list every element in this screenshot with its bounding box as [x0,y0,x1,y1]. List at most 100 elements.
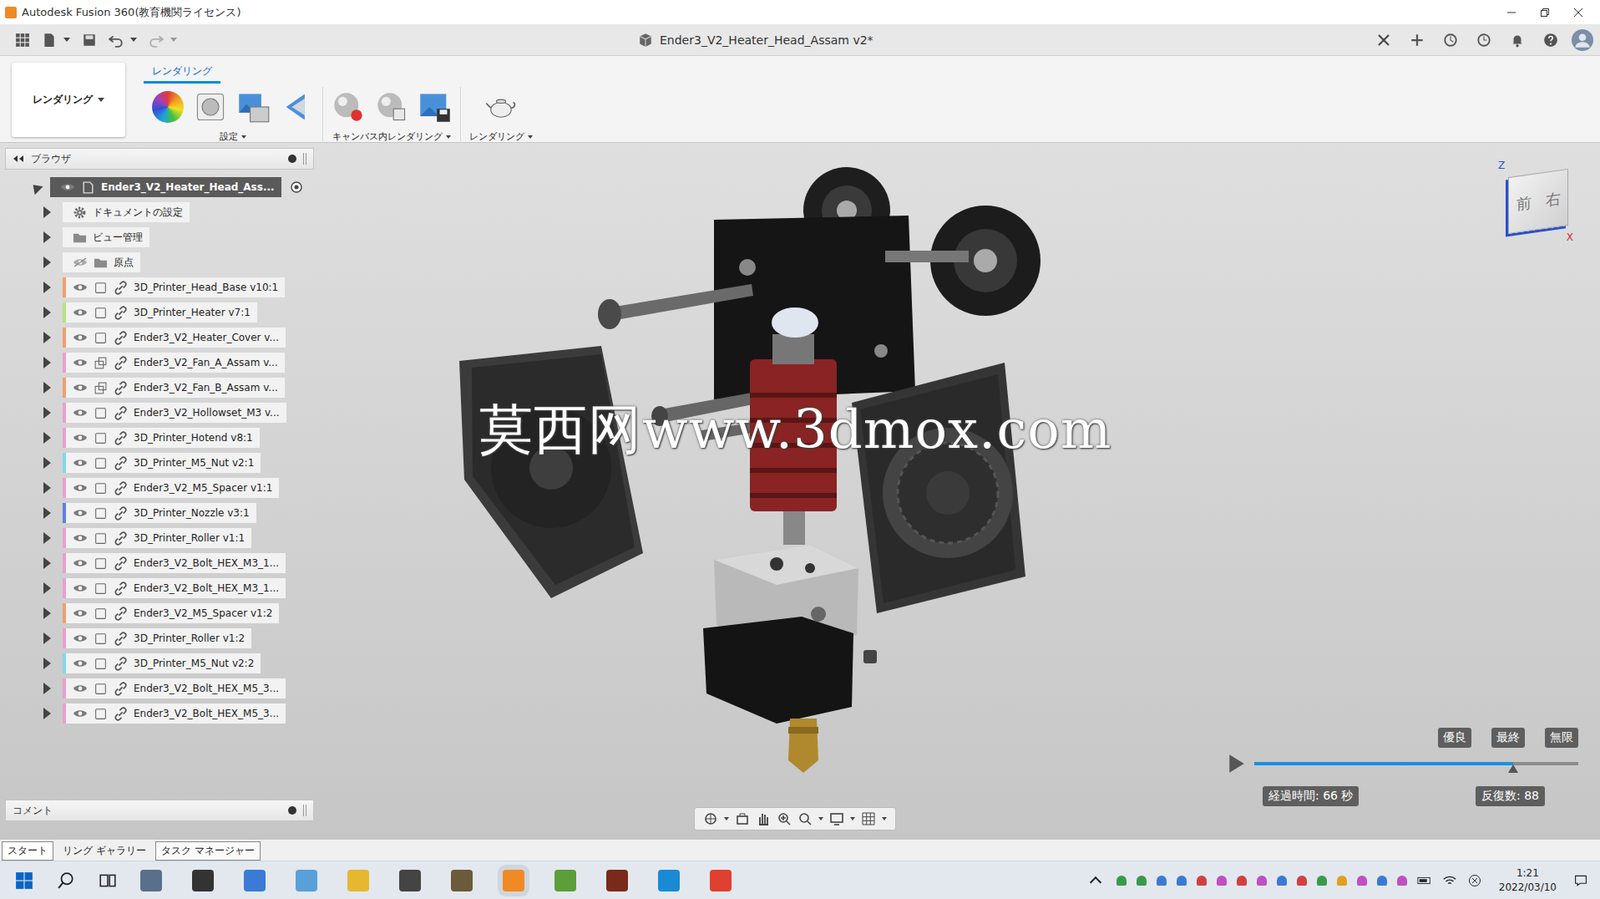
tray-app-icon[interactable] [1316,875,1327,886]
volume-muted-icon[interactable] [1467,873,1483,887]
undo-caret-icon[interactable] [130,37,137,42]
viewcube-right-face[interactable]: 右 [1545,187,1561,211]
browser-item[interactable]: Ender3_V2_M5_Spacer v1:1 [5,475,316,501]
browser-item[interactable]: Ender3_V2_Fan_A_Assam v... [5,349,316,375]
in-canvas-render-icon[interactable] [331,90,365,124]
undo-icon[interactable] [108,32,124,48]
browser-item[interactable]: 原点 [5,249,316,275]
document-tab[interactable]: Ender3_V2_Heater_Head_Assam v2* [627,27,884,53]
play-icon[interactable] [1227,752,1246,775]
visibility-eye-icon[interactable] [72,683,88,694]
bottom-tab[interactable]: リング ギャラリー [56,840,152,861]
expander-icon[interactable] [29,180,44,195]
viewcube[interactable]: Z前右X [1496,159,1580,244]
redo-icon[interactable] [148,32,164,48]
browser-item[interactable]: Ender3_V2_Bolt_HEX_M3_1... [5,575,316,601]
taskbar-app-icon[interactable] [450,869,473,892]
taskbar-app-icon[interactable] [502,869,525,892]
render-canvas[interactable]: 莫西网www.3dmox.comZ前右X優良最終無限経過時間: 66 秒反復数:… [315,142,1600,840]
render-progress-track[interactable] [1254,761,1579,765]
orbit-icon[interactable] [703,810,719,826]
visibility-eye-icon[interactable] [72,607,88,618]
collapse-icon[interactable] [12,154,25,163]
comments-header[interactable]: コメント [5,799,314,821]
tray-app-icon[interactable] [1176,875,1187,886]
tray-app-icon[interactable] [1377,875,1388,886]
visibility-eye-icon[interactable] [72,507,88,518]
expander-icon[interactable] [43,657,51,669]
expander-icon[interactable] [43,481,51,494]
expander-icon[interactable] [43,306,51,319]
visibility-eye-icon[interactable] [72,257,88,268]
browser-item[interactable]: Ender3_V2_Fan_B_Assam v... [5,374,316,400]
visibility-eye-icon[interactable] [72,557,88,568]
visibility-eye-icon[interactable] [72,658,88,669]
tray-app-icon[interactable] [1196,875,1207,886]
browser-item[interactable]: Ender3_V2_Hollowset_M3 v... [5,400,316,426]
expander-icon[interactable] [43,206,51,218]
close-window-icon[interactable] [1573,7,1584,18]
browser-item[interactable]: Ender3_V2_Bolt_HEX_M5_3... [5,700,316,726]
notification-center-icon[interactable] [1573,873,1589,887]
tray-app-icon[interactable] [1216,875,1227,886]
grid-settings-icon[interactable] [860,810,876,826]
tray-app-icon[interactable] [1156,875,1167,886]
capture-image-icon[interactable] [418,90,452,124]
tray-app-icon[interactable] [1356,875,1368,886]
tray-app-icon[interactable] [1116,875,1127,886]
texture-map-icon[interactable] [237,90,271,124]
browser-item[interactable]: Ender3_V2_Bolt_HEX_M5_3... [5,675,316,701]
pin-icon[interactable] [288,154,297,163]
user-avatar-icon[interactable] [1571,29,1594,51]
browser-item[interactable]: 3D_Printer_Roller v1:1 [5,525,316,551]
visibility-eye-icon[interactable] [72,357,88,368]
visibility-eye-icon[interactable] [72,457,88,468]
save-icon[interactable] [81,32,97,48]
expander-icon[interactable] [43,456,51,469]
visibility-eye-icon[interactable] [72,282,88,293]
visibility-eye-icon[interactable] [72,632,88,644]
quality-mark[interactable]: 最終 [1491,727,1525,748]
job-status-icon[interactable] [1476,32,1492,48]
expander-icon[interactable] [43,707,51,719]
zoom-icon[interactable] [776,810,792,826]
taskbar-app-icon[interactable] [554,869,577,892]
windows-start-icon[interactable] [15,870,34,890]
expander-icon[interactable] [43,406,51,419]
visibility-eye-icon[interactable] [72,708,88,719]
visibility-eye-icon[interactable] [72,432,88,443]
teapot-render-icon[interactable] [484,90,518,124]
visibility-eye-icon[interactable] [72,307,88,318]
visibility-eye-icon[interactable] [72,482,88,493]
browser-header[interactable]: ブラウザ [5,147,314,170]
tray-app-icon[interactable] [1397,875,1408,886]
appearance-wheel-icon[interactable] [151,91,184,123]
taskbar-app-icon[interactable] [192,869,214,892]
tray-app-icon[interactable] [1276,875,1287,886]
pan-hand-icon[interactable] [755,810,771,826]
expander-icon[interactable] [43,381,51,394]
expander-icon[interactable] [43,356,51,369]
ribbon-group-label[interactable]: キャンバス内レンダリング [332,130,451,143]
clock[interactable]: 1:212022/03/10 [1492,865,1564,893]
expander-icon[interactable] [43,231,51,244]
bottom-tab[interactable]: タスク マネージャー [155,840,261,861]
help-icon[interactable] [1543,32,1559,48]
expander-icon[interactable] [43,682,51,694]
expander-icon[interactable] [43,582,51,594]
visibility-eye-icon[interactable] [60,182,76,193]
browser-item[interactable]: 3D_Printer_Nozzle v3:1 [5,500,316,526]
search-icon[interactable] [56,870,76,890]
taskbar-app-icon[interactable] [399,869,421,892]
task-view-icon[interactable] [98,870,117,890]
expander-icon[interactable] [43,431,51,444]
browser-item[interactable]: ドキュメントの設定 [5,199,316,225]
browser-item[interactable]: ビュー管理 [5,224,316,250]
quality-mark[interactable]: 優良 [1437,727,1472,748]
show-hidden-icons-icon[interactable] [1089,875,1102,887]
restore-icon[interactable] [1539,7,1550,18]
expander-icon[interactable] [43,331,51,344]
visibility-eye-icon[interactable] [72,332,88,343]
browser-item[interactable]: Ender3_V2_Heater_Head_Ass... [5,174,316,200]
grid-icon[interactable] [15,32,31,48]
